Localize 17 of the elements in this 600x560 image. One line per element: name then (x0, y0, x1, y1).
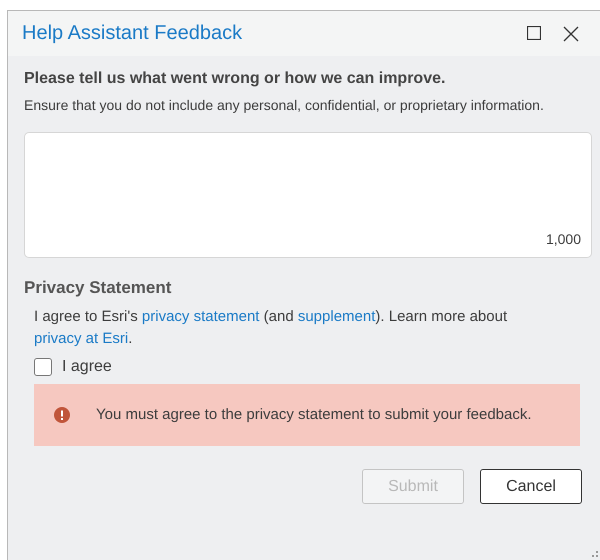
privacy-link[interactable]: privacy statement (142, 308, 260, 325)
dialog-button[interactable]: Cancel (480, 469, 582, 504)
maximize-icon (527, 26, 541, 40)
character-counter: 1,000 (546, 231, 581, 247)
privacy-link[interactable]: privacy at Esri (34, 330, 128, 347)
section-heading: Privacy Statement (24, 278, 172, 298)
privacy-sentence: I agree to Esri's privacy statement (and supplement). Learn more about privacy at Esri. (34, 307, 508, 349)
error-message: You must agree to the privacy statement to submit your feedback. (96, 405, 532, 425)
feedback-field[interactable]: 1,000 (24, 132, 592, 258)
agree-checkbox[interactable] (34, 358, 52, 376)
privacy-note: Ensure that you do not include any personal, confidential, or proprietary information. (24, 96, 545, 115)
window-title: Help Assistant Feedback (22, 22, 242, 45)
close-icon (563, 26, 579, 42)
privacy-link[interactable]: supplement (298, 308, 376, 325)
error-icon (54, 407, 70, 423)
prompt-heading: Please tell us what went wrong or how we can improve. (24, 70, 446, 88)
checkbox-label: I agree (62, 358, 112, 376)
